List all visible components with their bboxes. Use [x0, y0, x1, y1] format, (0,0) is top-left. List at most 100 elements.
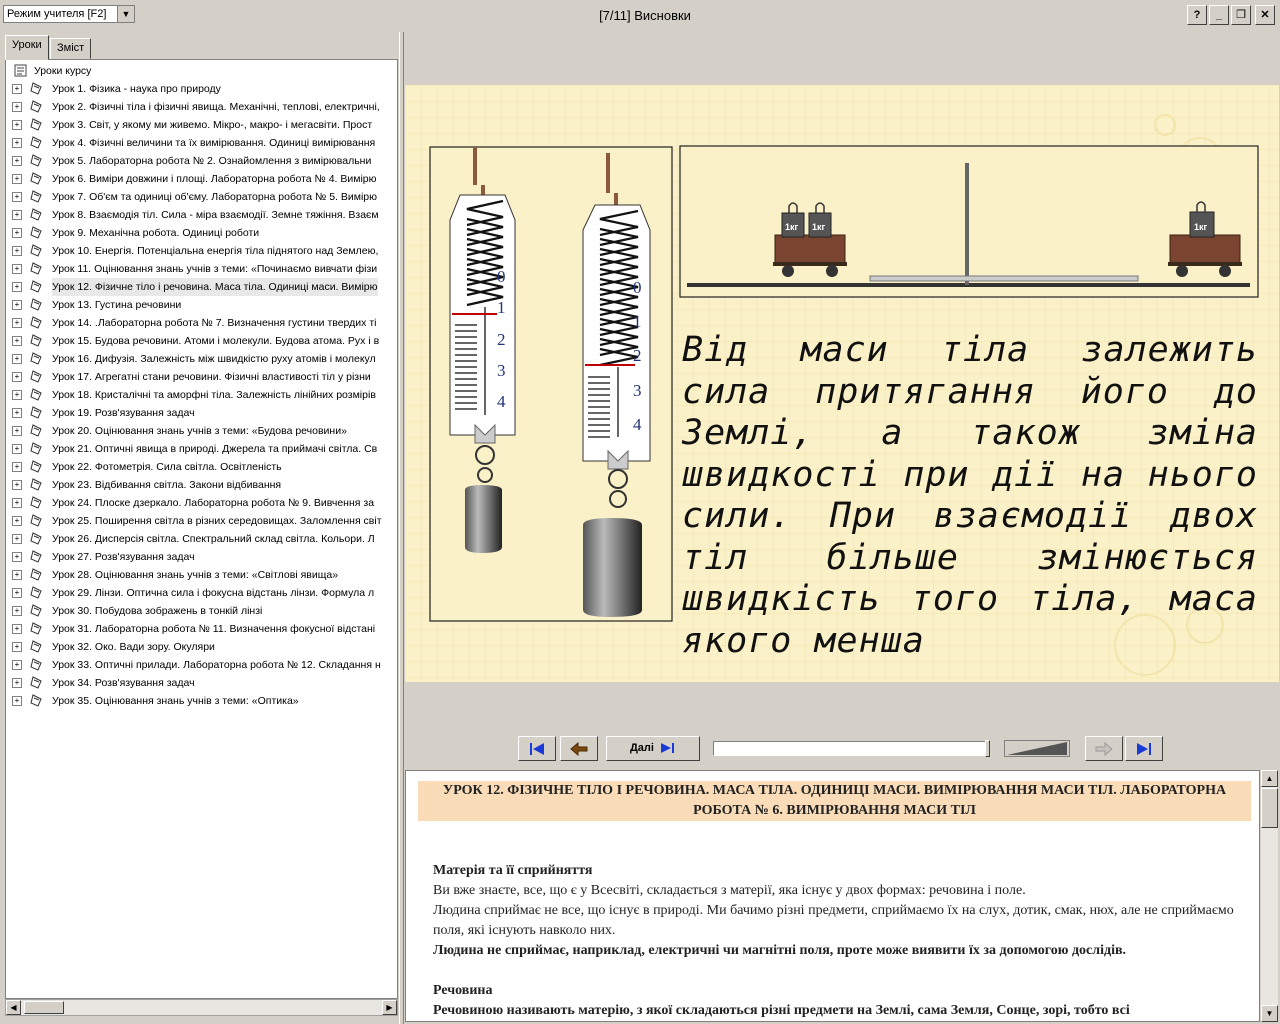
expand-icon[interactable]: + [12, 588, 22, 598]
expand-icon[interactable]: + [12, 552, 22, 562]
scroll-thumb[interactable] [24, 1001, 64, 1014]
expand-icon[interactable]: + [12, 192, 22, 202]
tree-item-lesson-17[interactable]: + Урок 17. Агрегатні стани речовини. Фізи… [6, 368, 396, 386]
tree-item-lesson-12[interactable]: + Урок 12. Фізичне тіло і речовина. Маса … [6, 278, 396, 296]
expand-icon[interactable]: + [12, 642, 22, 652]
tree-item-lesson-1[interactable]: + Урок 1. Фізика - наука про природу [6, 80, 396, 98]
tree-item-lesson-27[interactable]: + Урок 27. Розв'язування задач [6, 548, 396, 566]
tab-lessons[interactable]: Уроки [5, 35, 49, 60]
expand-icon[interactable]: + [12, 264, 22, 274]
minimize-button[interactable]: _ [1209, 5, 1229, 25]
expand-icon[interactable]: + [12, 318, 22, 328]
prev-slide-button[interactable] [560, 736, 598, 761]
tree-item-lesson-11[interactable]: + Урок 11. Оцінювання знань учнів з теми:… [6, 260, 396, 278]
tree-item-lesson-23[interactable]: + Урок 23. Відбивання світла. Закони відб… [6, 476, 396, 494]
tree-item-lesson-18[interactable]: + Урок 18. Кристалічні та аморфні тіла. З… [6, 386, 396, 404]
expand-icon[interactable]: + [12, 282, 22, 292]
expand-icon[interactable]: + [12, 624, 22, 634]
tree-item-lesson-2[interactable]: + Урок 2. Фізичні тіла і фізичні явища. М… [6, 98, 396, 116]
tree-item-lesson-20[interactable]: + Урок 20. Оцінювання знань учнів з теми:… [6, 422, 396, 440]
expand-icon[interactable]: + [12, 156, 22, 166]
tree-item-lesson-35[interactable]: + Урок 35. Оцінювання знань учнів з теми:… [6, 692, 396, 710]
close-button[interactable]: ✕ [1255, 5, 1275, 25]
tree-item-lesson-4[interactable]: + Урок 4. Фізичні величини та їх вимірюва… [6, 134, 396, 152]
tab-contents[interactable]: Зміст [50, 38, 92, 59]
tree-item-lesson-29[interactable]: + Урок 29. Лінзи. Оптична сила і фокусна … [6, 584, 396, 602]
expand-icon[interactable]: + [12, 480, 22, 490]
scroll-right-icon[interactable]: ▶ [382, 1000, 397, 1015]
expand-icon[interactable]: + [12, 696, 22, 706]
tree-item-lesson-9[interactable]: + Урок 9. Механічна робота. Одиниці робот… [6, 224, 396, 242]
expand-icon[interactable]: + [12, 534, 22, 544]
scale1-mark-0: 0 [497, 267, 506, 286]
expand-icon[interactable]: + [12, 300, 22, 310]
tree-item-lesson-7[interactable]: + Урок 7. Об'єм та одиниці об'єму. Лабора… [6, 188, 396, 206]
expand-icon[interactable]: + [12, 138, 22, 148]
tree-root[interactable]: Уроки курсу [6, 62, 396, 80]
tree-item-lesson-31[interactable]: + Урок 31. Лабораторна робота № 11. Визна… [6, 620, 396, 638]
tree-item-lesson-15[interactable]: + Урок 15. Будова речовини. Атоми і молек… [6, 332, 396, 350]
content-vertical-scrollbar[interactable]: ▲ ▼ [1261, 770, 1278, 1022]
tree-horizontal-scrollbar[interactable]: ◀ ▶ [5, 999, 398, 1016]
tree-item-lesson-13[interactable]: + Урок 13. Густина речовини [6, 296, 396, 314]
tree-item-lesson-8[interactable]: + Урок 8. Взаємодія тіл. Сила - міра взає… [6, 206, 396, 224]
expand-icon[interactable]: + [12, 444, 22, 454]
tree-item-lesson-32[interactable]: + Урок 32. Око. Вади зору. Окуляри [6, 638, 396, 656]
lesson-icon [30, 442, 42, 455]
splitter[interactable] [399, 32, 404, 1024]
scroll-up-icon[interactable]: ▲ [1261, 770, 1278, 787]
last-slide-button[interactable] [1125, 736, 1163, 761]
expand-icon[interactable]: + [12, 570, 22, 580]
expand-icon[interactable]: + [12, 102, 22, 112]
expand-icon[interactable]: + [12, 354, 22, 364]
expand-icon[interactable]: + [12, 606, 22, 616]
expand-icon[interactable]: + [12, 426, 22, 436]
tree-item-lesson-24[interactable]: + Урок 24. Плоске дзеркало. Лабораторна р… [6, 494, 396, 512]
expand-icon[interactable]: + [12, 336, 22, 346]
slide-progress-bar[interactable] [713, 741, 988, 756]
expand-icon[interactable]: + [12, 228, 22, 238]
tree-item-lesson-21[interactable]: + Урок 21. Оптичні явища в природі. Джере… [6, 440, 396, 458]
tree-item-lesson-16[interactable]: + Урок 16. Дифузія. Залежність між швидкі… [6, 350, 396, 368]
progress-handle[interactable] [985, 740, 990, 757]
tree-item-lesson-3[interactable]: + Урок 3. Світ, у якому ми живемо. Мікро-… [6, 116, 396, 134]
expand-icon[interactable]: + [12, 408, 22, 418]
scroll-left-icon[interactable]: ◀ [6, 1000, 21, 1015]
tree-item-lesson-5[interactable]: + Урок 5. Лабораторна робота № 2. Ознайом… [6, 152, 396, 170]
tree-item-lesson-28[interactable]: + Урок 28. Оцінювання знань учнів з теми:… [6, 566, 396, 584]
restore-button[interactable]: ❐ [1231, 5, 1251, 25]
tree-item-lesson-6[interactable]: + Урок 6. Виміри довжини і площі. Лаборат… [6, 170, 396, 188]
expand-icon[interactable]: + [12, 120, 22, 130]
expand-icon[interactable]: + [12, 678, 22, 688]
first-slide-button[interactable] [518, 736, 556, 761]
content-scroll-thumb[interactable] [1261, 788, 1278, 828]
tree-item-lesson-33[interactable]: + Урок 33. Оптичні прилади. Лабораторна р… [6, 656, 396, 674]
expand-icon[interactable]: + [12, 372, 22, 382]
help-button[interactable]: ? [1187, 5, 1207, 25]
tree-item-lesson-34[interactable]: + Урок 34. Розв'язування задач [6, 674, 396, 692]
tree-item-lesson-14[interactable]: + Урок 14. .Лабораторна робота № 7. Визна… [6, 314, 396, 332]
expand-icon[interactable]: + [12, 174, 22, 184]
scroll-down-icon[interactable]: ▼ [1261, 1005, 1278, 1022]
next-button[interactable]: Далі [606, 736, 700, 761]
expand-icon[interactable]: + [12, 660, 22, 670]
tree-item-lesson-25[interactable]: + Урок 25. Поширення світла в різних сере… [6, 512, 396, 530]
chevron-down-icon[interactable]: ▼ [117, 6, 134, 22]
tree-item-lesson-10[interactable]: + Урок 10. Енергія. Потенціальна енергія … [6, 242, 396, 260]
expand-icon[interactable]: + [12, 516, 22, 526]
expand-icon[interactable]: + [12, 498, 22, 508]
tree-item-lesson-26[interactable]: + Урок 26. Дисперсія світла. Спектральний… [6, 530, 396, 548]
expand-icon[interactable]: + [12, 84, 22, 94]
tree-item-lesson-19[interactable]: + Урок 19. Розв'язування задач [6, 404, 396, 422]
volume-slider[interactable] [1004, 740, 1070, 757]
expand-icon[interactable]: + [12, 210, 22, 220]
expand-icon[interactable]: + [12, 246, 22, 256]
mode-select[interactable]: Режим учителя [F2] ▼ [3, 5, 135, 23]
expand-icon[interactable]: + [12, 390, 22, 400]
tree-item-lesson-30[interactable]: + Урок 30. Побудова зображень в тонкій лі… [6, 602, 396, 620]
play-icon [661, 743, 675, 754]
tree-item-lesson-22[interactable]: + Урок 22. Фотометрія. Сила світла. Освіт… [6, 458, 396, 476]
forward-button[interactable] [1085, 736, 1123, 761]
expand-icon[interactable]: + [12, 462, 22, 472]
slide-canvas: 0 1 2 3 4 0 1 2 3 4 1кг 1кг 1кг Від маси… [405, 85, 1279, 682]
